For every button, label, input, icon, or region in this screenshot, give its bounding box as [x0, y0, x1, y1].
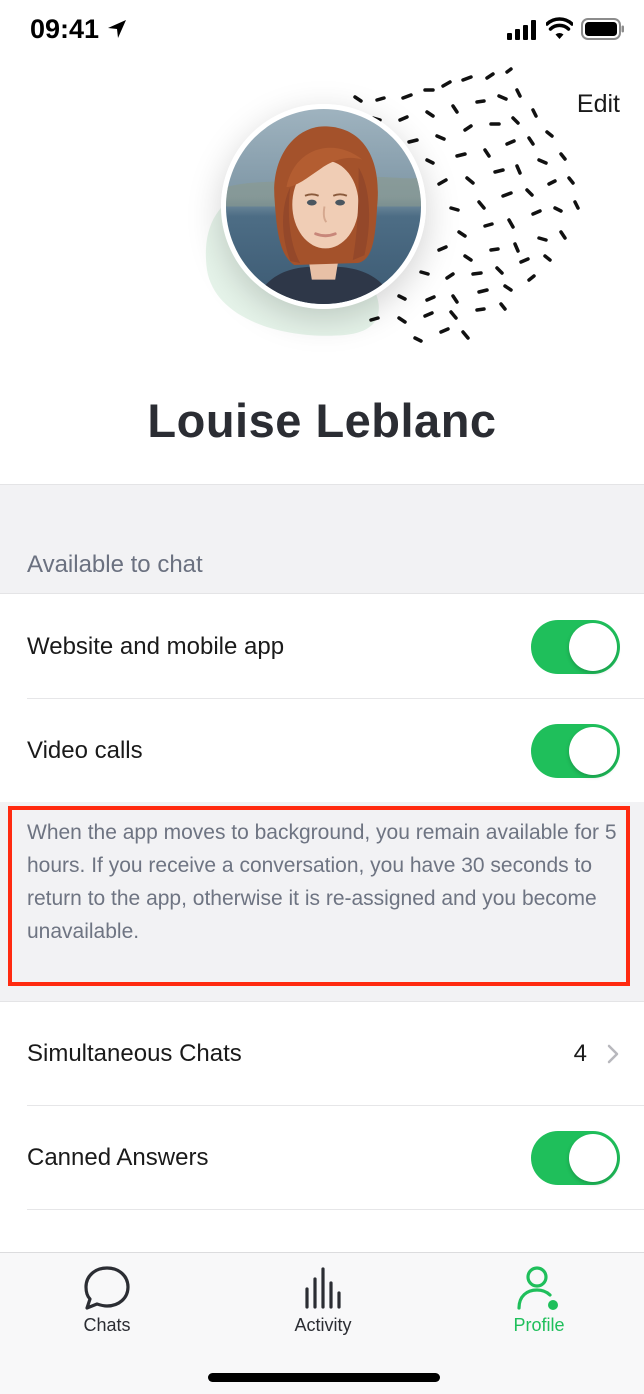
tab-chats-label: Chats	[83, 1315, 131, 1335]
battery-icon	[581, 18, 624, 40]
status-time: 09:41	[30, 14, 100, 44]
availability-note: When the app moves to background, you re…	[0, 802, 644, 1002]
activity-bars-icon	[305, 1267, 341, 1309]
video-calls-label: Video calls	[27, 737, 143, 764]
profile-photo	[226, 109, 421, 304]
video-calls-toggle[interactable]	[531, 724, 620, 778]
website-app-label: Website and mobile app	[27, 633, 285, 660]
website-app-row[interactable]: Website and mobile app	[0, 595, 644, 699]
location-arrow-icon	[108, 20, 126, 38]
profile-icon	[517, 1266, 558, 1310]
tab-activity-label: Activity	[294, 1315, 352, 1335]
canned-answers-row[interactable]: Canned Answers	[0, 1106, 644, 1210]
toggle-knob	[569, 623, 617, 671]
status-bar: 09:41	[0, 0, 644, 60]
chat-bubble-icon	[84, 1266, 130, 1310]
tab-activity[interactable]: Activity	[243, 1253, 403, 1353]
toggle-knob	[569, 1134, 617, 1182]
row-divider	[27, 1209, 644, 1210]
user-name: Louise Leblanc	[147, 394, 497, 447]
tab-profile[interactable]: Profile	[459, 1253, 619, 1353]
section-label-available: Available to chat	[27, 551, 203, 578]
availability-note-text: When the app moves to background, you re…	[27, 821, 617, 943]
simultaneous-chats-label: Simultaneous Chats	[27, 1040, 242, 1067]
video-calls-row[interactable]: Video calls	[0, 699, 644, 803]
tab-chats[interactable]: Chats	[27, 1253, 187, 1353]
home-indicator	[208, 1373, 440, 1382]
tab-profile-label: Profile	[513, 1315, 565, 1335]
simultaneous-chats-row[interactable]: Simultaneous Chats 4	[0, 1002, 644, 1106]
simultaneous-chats-value: 4	[573, 1040, 587, 1067]
canned-answers-toggle[interactable]	[531, 1131, 620, 1185]
toggle-knob	[569, 727, 617, 775]
chevron-right-icon	[607, 1044, 619, 1064]
wifi-icon	[546, 17, 573, 39]
website-app-toggle[interactable]	[531, 620, 620, 674]
avatar[interactable]	[221, 104, 426, 309]
cellular-signal-icon	[507, 20, 536, 40]
canned-answers-label: Canned Answers	[27, 1144, 209, 1171]
